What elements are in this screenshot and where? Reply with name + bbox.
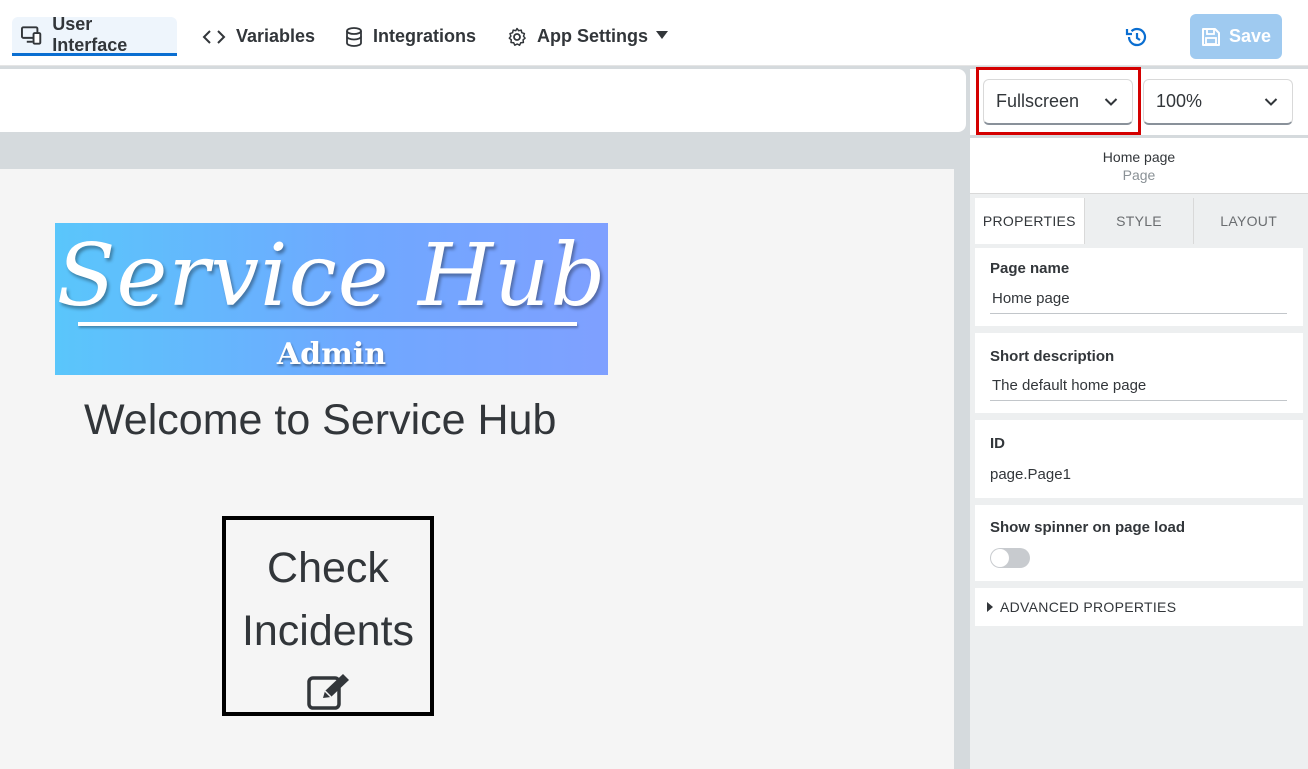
app-settings-dropdown-button[interactable] bbox=[655, 27, 669, 43]
tab-app-settings-label: App Settings bbox=[537, 26, 648, 46]
caret-down-icon bbox=[656, 31, 668, 39]
floppy-disk-icon bbox=[1201, 27, 1220, 46]
save-button[interactable]: Save bbox=[1190, 14, 1282, 59]
id-section: ID page.Page1 bbox=[975, 420, 1303, 498]
panel-title: Home page bbox=[1102, 149, 1176, 165]
banner-underline bbox=[78, 322, 577, 326]
tab-integrations[interactable]: Integrations bbox=[336, 17, 485, 56]
panel-tabs: PROPERTIES STYLE LAYOUT bbox=[975, 198, 1304, 244]
chevron-down-icon bbox=[1264, 97, 1278, 106]
database-icon bbox=[346, 26, 362, 47]
spinner-label: Show spinner on page load bbox=[990, 519, 1186, 536]
short-description-label: Short description bbox=[990, 348, 1115, 365]
tab-layout[interactable]: LAYOUT bbox=[1194, 198, 1304, 244]
tab-variables[interactable]: Variables bbox=[193, 17, 324, 56]
zoom-select[interactable]: 100% bbox=[1143, 79, 1293, 125]
monitor-phone-icon bbox=[21, 26, 42, 45]
spinner-toggle[interactable] bbox=[990, 548, 1030, 568]
card-text-line1: Check bbox=[267, 544, 389, 592]
id-value: page.Page1 bbox=[990, 466, 1071, 483]
id-label: ID bbox=[990, 435, 1005, 452]
gear-icon bbox=[508, 27, 526, 46]
tab-properties[interactable]: PROPERTIES bbox=[975, 198, 1085, 244]
panel-header: Home page Page bbox=[970, 138, 1308, 194]
banner-subtitle: Admin bbox=[276, 337, 387, 372]
page-name-section: Page name Home page bbox=[975, 248, 1303, 326]
card-text-line2: Incidents bbox=[241, 607, 415, 655]
save-button-label: Save bbox=[1228, 26, 1272, 46]
page-name-field[interactable]: Home page bbox=[990, 290, 1287, 314]
caret-right-icon bbox=[987, 602, 993, 612]
tab-integrations-label: Integrations bbox=[373, 26, 477, 46]
panel-subtitle: Page bbox=[1122, 167, 1156, 183]
welcome-heading[interactable]: Welcome to Service Hub bbox=[84, 396, 556, 445]
tab-app-settings[interactable]: App Settings bbox=[498, 17, 657, 56]
annotation-highlight-box bbox=[976, 67, 1141, 135]
tab-user-interface[interactable]: User Interface bbox=[12, 14, 177, 56]
zoom-value: 100% bbox=[1156, 91, 1203, 111]
advanced-properties-label: ADVANCED PROPERTIES bbox=[1000, 599, 1177, 615]
short-description-section: Short description The default home page bbox=[975, 333, 1303, 413]
banner-title: Service Hub bbox=[56, 226, 607, 326]
check-incidents-card[interactable]: Check Incidents bbox=[222, 516, 434, 716]
history-button[interactable] bbox=[1124, 24, 1150, 50]
tab-style[interactable]: STYLE bbox=[1084, 198, 1195, 244]
tab-variables-label: Variables bbox=[236, 26, 316, 46]
edit-icon bbox=[307, 674, 349, 710]
canvas-toolbar bbox=[0, 69, 966, 132]
page-name-label: Page name bbox=[990, 260, 1070, 277]
spinner-section: Show spinner on page load bbox=[975, 505, 1303, 581]
toggle-knob bbox=[991, 549, 1009, 567]
advanced-properties-expander[interactable]: ADVANCED PROPERTIES bbox=[975, 588, 1303, 626]
history-icon bbox=[1125, 27, 1147, 47]
code-brackets-icon bbox=[202, 29, 226, 44]
tab-user-interface-label: User Interface bbox=[52, 14, 128, 55]
short-description-field[interactable]: The default home page bbox=[990, 377, 1287, 401]
